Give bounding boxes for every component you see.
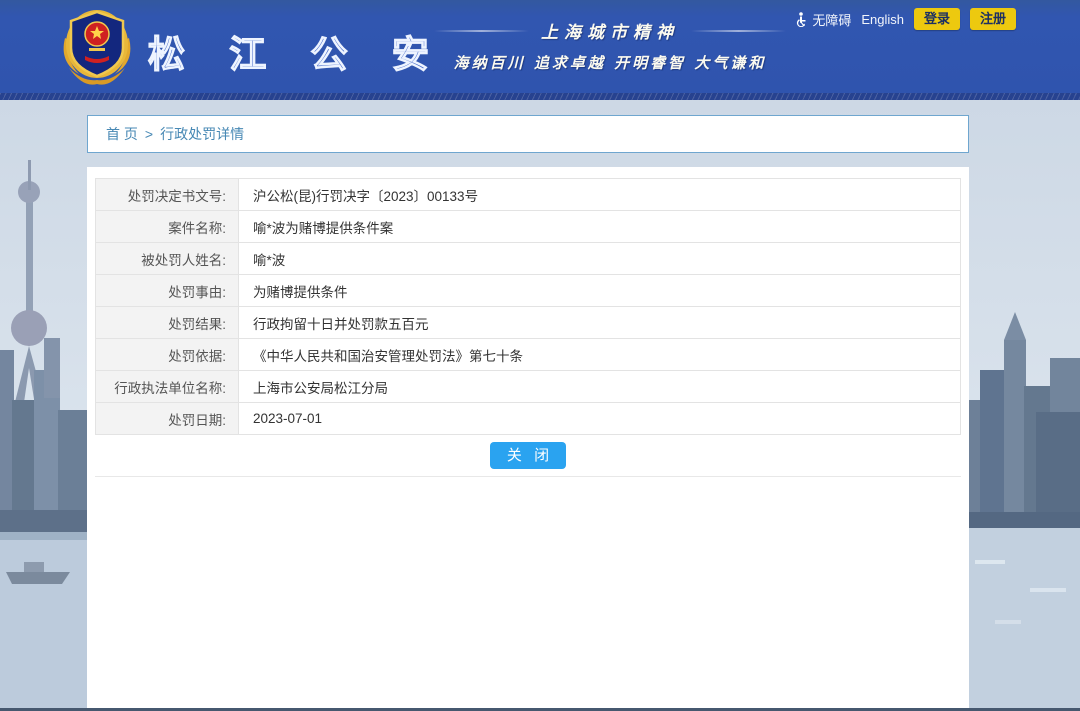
motto-subtitle: 海纳百川 追求卓越 开明睿智 大气谦和	[420, 52, 800, 73]
row-label: 处罚决定书文号:	[96, 179, 239, 211]
accessibility-label: 无障碍	[812, 10, 851, 29]
wheelchair-icon	[795, 12, 808, 27]
register-button[interactable]: 注册	[970, 8, 1016, 30]
penalty-detail-table: 处罚决定书文号: 沪公松(昆)行罚决字〔2023〕00133号 案件名称: 喻*…	[95, 178, 961, 435]
header-utility-bar: 无障碍 English 登录 注册	[795, 8, 1016, 30]
table-row: 处罚依据: 《中华人民共和国治安管理处罚法》第七十条	[96, 339, 961, 371]
row-value: 2023-07-01	[239, 403, 961, 435]
table-row: 行政执法单位名称: 上海市公安局松江分局	[96, 371, 961, 403]
table-row: 案件名称: 喻*波为赌博提供条件案	[96, 211, 961, 243]
row-value: 沪公松(昆)行罚决字〔2023〕00133号	[239, 179, 961, 211]
police-badge-icon[interactable]	[55, 4, 139, 88]
site-title: 松 江 公 安	[148, 24, 446, 78]
row-label: 处罚日期:	[96, 403, 239, 435]
header-pattern-strip	[0, 93, 1080, 100]
table-row: 被处罚人姓名: 喻*波	[96, 243, 961, 275]
table-row: 处罚事由: 为赌博提供条件	[96, 275, 961, 307]
row-value: 为赌博提供条件	[239, 275, 961, 307]
row-value: 行政拘留十日并处罚款五百元	[239, 307, 961, 339]
breadcrumb-current: 行政处罚详情	[160, 124, 244, 144]
motto-title: 上海城市精神	[541, 18, 679, 43]
row-value: 上海市公安局松江分局	[239, 371, 961, 403]
close-button[interactable]: 关 闭	[490, 442, 566, 469]
row-label: 行政执法单位名称:	[96, 371, 239, 403]
row-value: 喻*波为赌博提供条件案	[239, 211, 961, 243]
row-label: 处罚结果:	[96, 307, 239, 339]
row-label: 案件名称:	[96, 211, 239, 243]
row-label: 处罚事由:	[96, 275, 239, 307]
table-row: 处罚结果: 行政拘留十日并处罚款五百元	[96, 307, 961, 339]
motto-divider-right	[691, 30, 786, 32]
row-label: 处罚依据:	[96, 339, 239, 371]
site-header: 松 江 公 安 上海城市精神 海纳百川 追求卓越 开明睿智 大气谦和 无障碍 E…	[0, 0, 1080, 93]
row-value: 喻*波	[239, 243, 961, 275]
login-button[interactable]: 登录	[914, 8, 960, 30]
accessibility-toggle[interactable]: 无障碍	[795, 10, 851, 29]
penalty-detail-panel: 处罚决定书文号: 沪公松(昆)行罚决字〔2023〕00133号 案件名称: 喻*…	[87, 167, 969, 708]
breadcrumb-home-link[interactable]: 首 页	[106, 124, 138, 144]
row-value: 《中华人民共和国治安管理处罚法》第七十条	[239, 339, 961, 371]
language-switch[interactable]: English	[861, 12, 904, 27]
actions-row: 关 闭	[95, 435, 961, 477]
table-row: 处罚决定书文号: 沪公松(昆)行罚决字〔2023〕00133号	[96, 179, 961, 211]
table-row: 处罚日期: 2023-07-01	[96, 403, 961, 435]
breadcrumb-separator: >	[145, 126, 153, 142]
motto-divider-left	[434, 30, 529, 32]
breadcrumb: 首 页 > 行政处罚详情	[87, 115, 969, 153]
city-motto: 上海城市精神 海纳百川 追求卓越 开明睿智 大气谦和	[420, 18, 800, 73]
row-label: 被处罚人姓名:	[96, 243, 239, 275]
penalty-detail-page: { "header": { "site_title": "松 江 公 安", "…	[0, 0, 1080, 711]
